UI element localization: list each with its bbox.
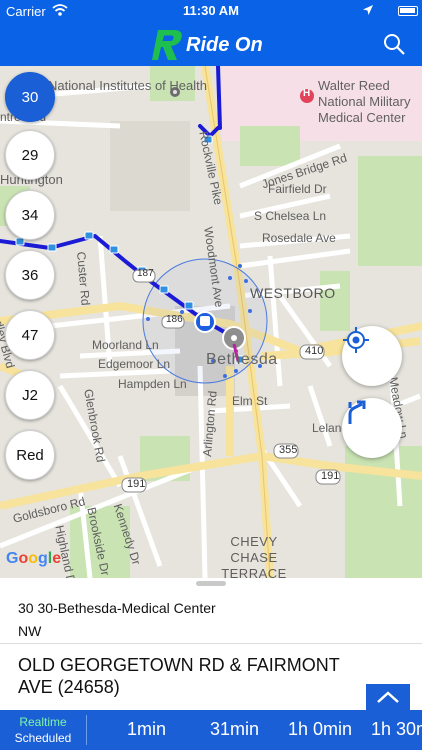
map-view[interactable]: National Institutes of Health Walter Ree… [0, 66, 422, 578]
route-description: 30 30-Bethesda-Medical Center [18, 600, 216, 616]
route-button[interactable]: 30 [5, 72, 55, 122]
route-button-label: 36 [21, 266, 39, 284]
crosshair-icon [343, 327, 369, 353]
ride-on-logo-icon [152, 30, 182, 60]
route-shield: 186 [166, 314, 183, 325]
arrival-legend: Realtime Scheduled [0, 710, 86, 750]
scheduled-label: Scheduled [14, 731, 72, 745]
map-label: Rosedale Ave [262, 231, 336, 245]
map-label: Walter Reed National Military Medical Ce… [318, 78, 411, 125]
stop-info-sheet: 30 30-Bethesda-Medical Center NW OLD GEO… [0, 578, 422, 716]
route-direction: NW [18, 623, 42, 639]
location-arrow-icon [363, 5, 373, 15]
map-label: CHEVY CHASE TERRACE [221, 534, 287, 578]
map-label: WESTBORO [250, 285, 336, 301]
route-shield: 191 [127, 478, 146, 490]
route-button-label: Red [16, 446, 44, 464]
route-button[interactable]: 29 [5, 130, 55, 180]
arrival-time[interactable]: 31min [210, 719, 259, 740]
map-label: Fairfield Dr [268, 182, 327, 196]
route-button[interactable]: 34 [5, 190, 55, 240]
map-label: Edgemoor Ln [98, 357, 171, 371]
stop-name: OLD GEORGETOWN RD & FAIRMONT AVE (24658) [18, 655, 340, 697]
map-label: Hampden Ln [118, 377, 187, 391]
hospital-icon: H [303, 88, 311, 99]
directions-button[interactable] [342, 398, 402, 458]
route-button-label: J2 [22, 386, 38, 404]
nav-bar: Ride On [0, 22, 422, 66]
route-shield: 187 [137, 268, 154, 279]
battery-icon [398, 6, 418, 16]
map-label: National Institutes of Health [48, 78, 207, 93]
route-button-label: 29 [21, 146, 39, 164]
clock: 11:30 AM [183, 3, 239, 18]
arrivals-bar: Realtime Scheduled 1min 31min 1h 0min 1h… [0, 710, 422, 750]
locate-me-button[interactable] [342, 326, 402, 386]
realtime-label: Realtime [19, 715, 67, 729]
arrival-time[interactable]: 1h 0min [288, 719, 352, 740]
map-label: Moorland Ln [92, 338, 159, 352]
fork-arrow-icon [348, 400, 366, 424]
route-button[interactable]: J2 [5, 370, 55, 420]
arrival-time[interactable]: 1h 30min [371, 719, 422, 740]
sheet-drag-handle[interactable] [196, 581, 226, 586]
search-icon[interactable] [382, 32, 406, 56]
route-button-label: 30 [21, 88, 39, 106]
route-button[interactable]: 47 [5, 310, 55, 360]
route-button-label: 34 [21, 206, 39, 224]
arrival-time[interactable]: 1min [127, 719, 166, 740]
route-button[interactable]: 36 [5, 250, 55, 300]
google-logo: Google [6, 550, 62, 567]
route-button[interactable]: Red [5, 430, 55, 480]
route-shield: 191 [321, 470, 340, 482]
app-name: Ride On [186, 34, 263, 56]
divider [0, 643, 422, 644]
app-logo: Ride On [146, 26, 276, 62]
status-bar: Carrier 11:30 AM [0, 0, 422, 22]
divider [86, 715, 87, 745]
map-label: S Chelsea Ln [254, 209, 327, 223]
route-shield: 355 [279, 444, 298, 456]
route-shield: 410 [305, 345, 324, 357]
route-button-label: 47 [21, 326, 39, 344]
map-label: Bethesda [206, 351, 278, 368]
map-label: Elm St [232, 394, 268, 408]
